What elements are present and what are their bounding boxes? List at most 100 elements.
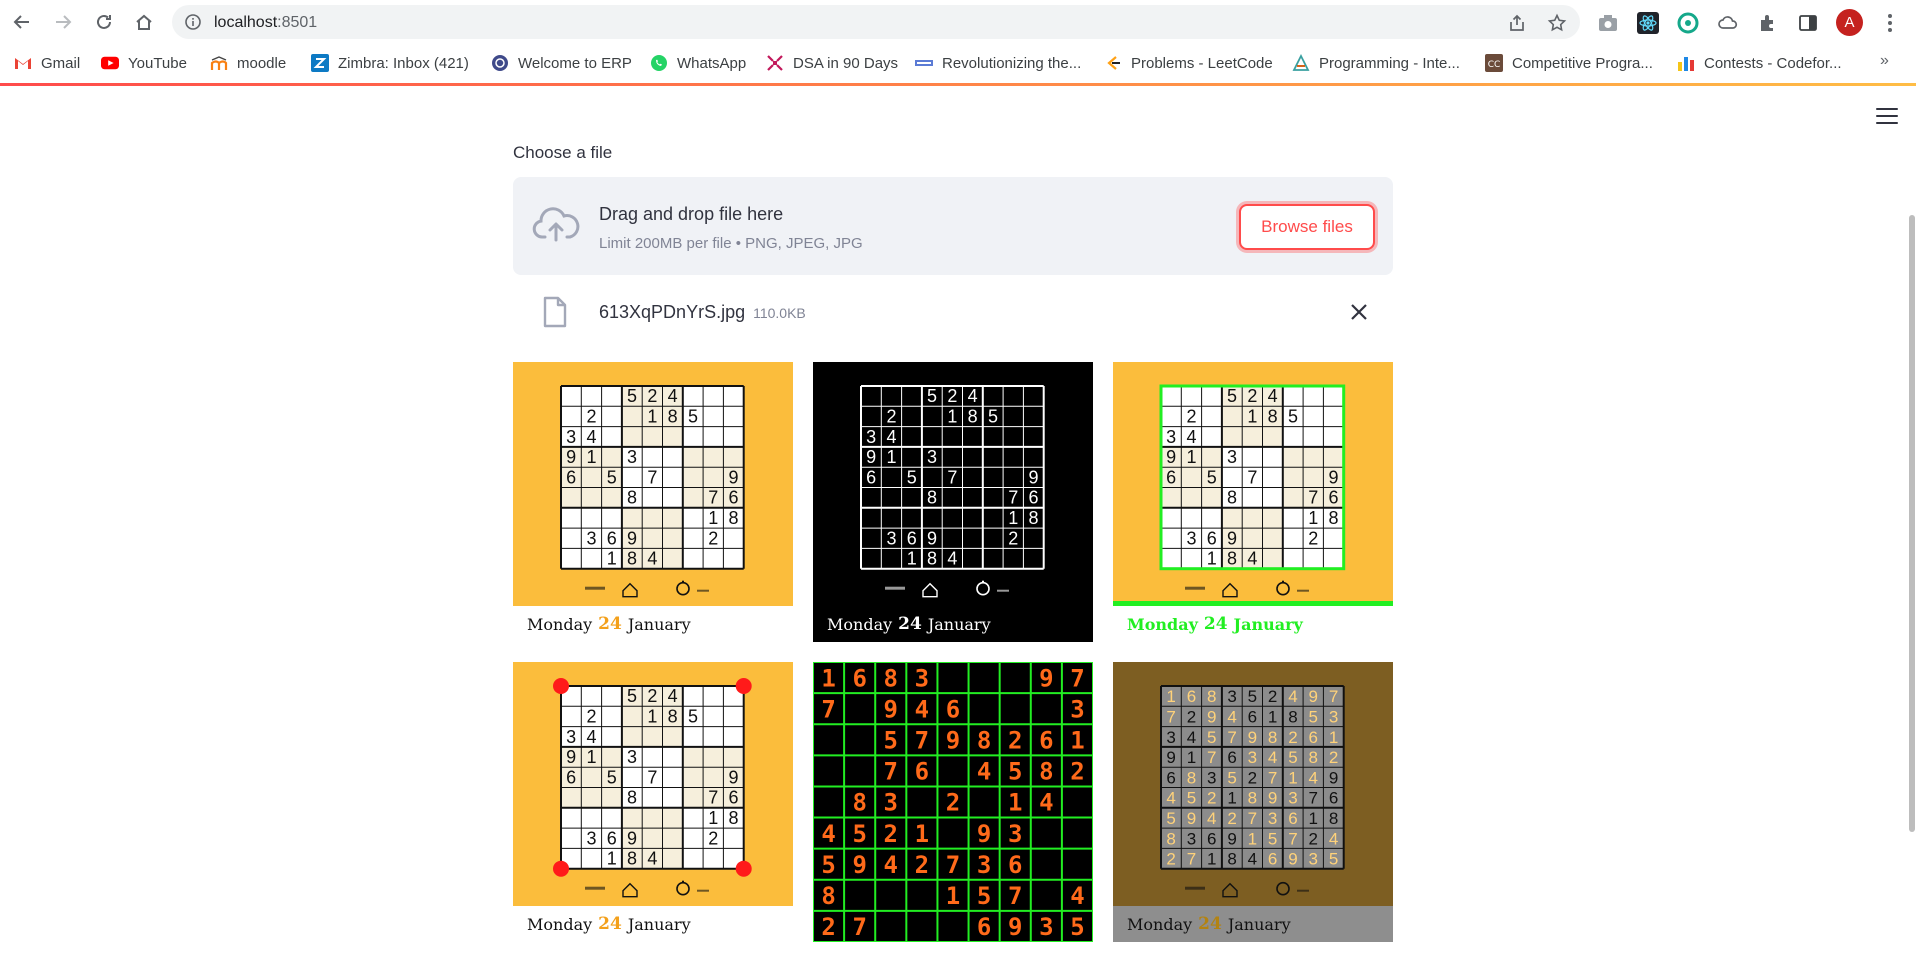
bookmark-star-icon[interactable]	[1547, 13, 1567, 33]
bookmark-programming[interactable]: Programming - Inte...	[1292, 53, 1460, 73]
overlay-digit: 4	[1288, 687, 1297, 706]
home-button[interactable]	[131, 9, 157, 35]
overlay-digit: 1	[1329, 728, 1338, 747]
overlay-digit: 1	[1227, 789, 1236, 808]
overlay-digit: 4	[1166, 789, 1175, 808]
overlay-digit: 6	[1187, 687, 1196, 706]
browser-menu-icon[interactable]	[1880, 12, 1900, 34]
erp-icon	[491, 54, 509, 72]
caption-day: Monday	[827, 614, 893, 634]
overlay-digit: 7	[1288, 829, 1297, 848]
bookmark-revolutionizing[interactable]: Revolutionizing the...	[915, 53, 1081, 73]
codeforces-icon	[1677, 54, 1695, 72]
puzzle-digit: 2	[647, 386, 657, 406]
file-dropzone[interactable]: Drag and drop file here Limit 200MB per …	[513, 177, 1393, 275]
bookmark-competitive[interactable]: CC Competitive Progra...	[1485, 53, 1653, 73]
overlay-digit: 7	[1248, 809, 1257, 828]
overlay-digit: 5	[1187, 789, 1196, 808]
remove-file-icon[interactable]	[1349, 302, 1369, 322]
share-icon[interactable]	[1507, 13, 1527, 33]
overlay-digit: 6	[1248, 708, 1257, 727]
bookmark-gmail[interactable]: Gmail	[14, 53, 80, 73]
bookmark-dsa[interactable]: DSA in 90 Days	[766, 53, 898, 73]
bookmark-label: Revolutionizing the...	[942, 54, 1082, 72]
solution-digit: 5	[1070, 913, 1084, 941]
puzzle-digit: 6	[607, 528, 617, 548]
puzzle-digit: 7	[1008, 488, 1018, 508]
solution-digit: 2	[946, 789, 960, 817]
site-info-icon[interactable]	[184, 13, 202, 31]
page-scrollbar[interactable]	[1909, 215, 1915, 832]
cloud-extension-icon[interactable]	[1717, 12, 1739, 34]
solution-digit: 8	[977, 726, 991, 754]
puzzle-digit: 9	[1329, 467, 1339, 487]
solution-digit: 7	[946, 851, 960, 879]
puzzle-digit: 8	[668, 407, 678, 427]
overlay-digit: 6	[1166, 768, 1175, 787]
threshold-image: 5 2 4 2 1 8 5 3 4 9 1 3 6 5 7 9 8 7 6 1 8 3 6 9 2 1 8 4 Monday 24 Janu…	[813, 362, 1093, 642]
puzzle-digit: 1	[907, 549, 917, 569]
puzzle-digit: 9	[566, 447, 576, 467]
puzzle-digit: 9	[1029, 467, 1039, 487]
puzzle-digit: 9	[1166, 447, 1176, 467]
solution-image: 1683977946357982617645828321445219359427…	[813, 662, 1093, 942]
solution-digit: 5	[1008, 758, 1022, 786]
solution-digit: 1	[1070, 726, 1084, 754]
bookmark-codeforces[interactable]: Contests - Codefor...	[1677, 53, 1842, 73]
address-bar[interactable]: localhost:8501	[172, 5, 1580, 39]
reload-icon	[97, 14, 111, 29]
original-image: 5 2 4 2 1 8 5 3 4 9 1 3 6 5 7 9 8 7 6 1 8 3 6 9 2 1 8 4 Monday 24 Janu…	[513, 362, 793, 642]
solution-digit: 7	[821, 695, 835, 723]
screenshot-extension-icon[interactable]	[1597, 12, 1619, 34]
overlay-digit: 6	[1268, 850, 1277, 869]
solution-digit: 7	[915, 726, 929, 754]
puzzle-digit: 5	[627, 686, 637, 706]
caption-date: 24	[1203, 614, 1228, 634]
puzzle-digit: 1	[886, 447, 896, 467]
solution-digit: 6	[977, 913, 991, 941]
bookmark-leetcode[interactable]: Problems - LeetCode	[1104, 53, 1273, 73]
puzzle-digit: 5	[607, 467, 617, 487]
footer-label-mark	[585, 586, 605, 590]
puzzle-digit: 2	[708, 828, 718, 848]
bookmark-whatsapp[interactable]: WhatsApp	[650, 53, 746, 73]
app-menu-icon[interactable]	[1876, 108, 1898, 126]
puzzle-digit: 7	[647, 767, 657, 787]
side-panel-icon[interactable]	[1797, 12, 1819, 34]
puzzle-digit: 4	[668, 386, 678, 406]
bookmark-youtube[interactable]: YouTube	[101, 53, 187, 73]
overlay-digit: 3	[1309, 850, 1318, 869]
corner-marker	[735, 678, 752, 694]
overlay-digit: 5	[1309, 708, 1318, 727]
bookmark-zimbra[interactable]: Zimbra: Inbox (421)	[311, 53, 469, 73]
overlay-digit: 6	[1309, 728, 1318, 747]
solution-digit: 3	[977, 851, 991, 879]
overlay-digit: 8	[1248, 789, 1257, 808]
url-text[interactable]: localhost:8501	[214, 14, 317, 32]
extensions-puzzle-icon[interactable]	[1757, 12, 1779, 34]
overlay-digit: 1	[1248, 829, 1257, 848]
caption-day: Monday	[1127, 914, 1193, 934]
back-button[interactable]	[9, 9, 35, 35]
caption-date: 24	[598, 614, 622, 634]
browse-files-button[interactable]: Browse files	[1239, 204, 1375, 250]
puzzle-digit: 5	[907, 467, 917, 487]
overlay-digit: 1	[1187, 748, 1196, 767]
profile-avatar[interactable]: A	[1836, 9, 1863, 36]
overlay-digit: 1	[1309, 809, 1318, 828]
forward-button[interactable]	[50, 9, 76, 35]
revolutionizing-icon	[915, 54, 933, 72]
solution-digit: 5	[884, 726, 898, 754]
react-devtools-icon[interactable]	[1637, 12, 1659, 34]
overlay-digit: 9	[1248, 728, 1257, 747]
contour-line	[1113, 601, 1393, 606]
bookmark-erp[interactable]: Welcome to ERP	[491, 53, 632, 73]
bookmark-moodle[interactable]: moodle	[210, 53, 286, 73]
caption-month: January	[1227, 914, 1291, 934]
solution-digit: 9	[946, 726, 960, 754]
cloud-upload-icon	[532, 207, 580, 242]
reload-button[interactable]	[91, 9, 117, 35]
more-bookmarks-button[interactable]: »	[1880, 52, 1889, 70]
grammar-extension-icon[interactable]	[1677, 12, 1699, 34]
arrow-left-icon	[13, 15, 29, 29]
